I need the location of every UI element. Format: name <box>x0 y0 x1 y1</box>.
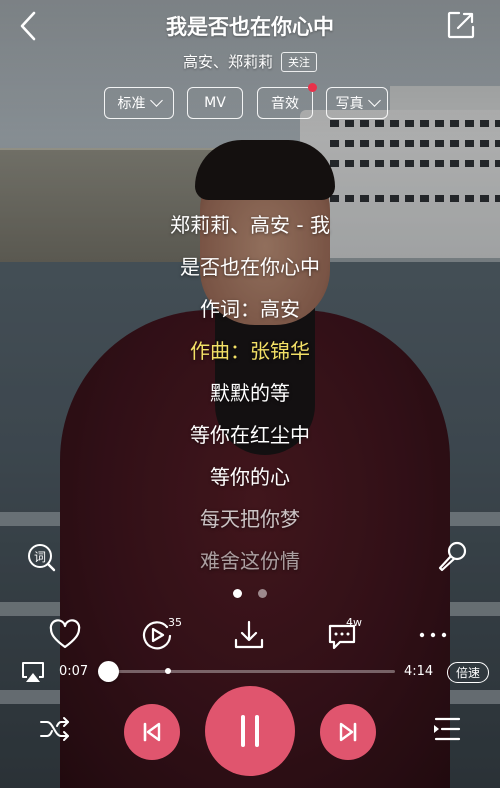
total-time: 4:14 <box>404 664 434 679</box>
karaoke-button[interactable] <box>436 540 468 572</box>
share-button[interactable] <box>446 10 476 40</box>
photo-button[interactable]: 写真 <box>326 87 388 119</box>
lyric-line: 每天把你梦 <box>200 507 300 531</box>
lyric-line: 等你的心 <box>210 465 290 489</box>
playlist-count: 35 <box>168 616 182 629</box>
mode-pills: 标准 MV 音效 写真 <box>0 83 500 119</box>
lyric-search-icon: 词 <box>28 544 56 572</box>
playlist-play-button[interactable]: 35 <box>140 616 182 652</box>
lyric-line: 默默的等 <box>210 381 290 405</box>
playback-speed-button[interactable]: 倍速 <box>447 662 489 683</box>
comment-count: 4w <box>346 616 362 629</box>
follow-button[interactable]: 关注 <box>281 51 317 72</box>
download-icon <box>234 620 264 649</box>
page-dot-active <box>233 589 242 598</box>
artist-row: 高安、郑莉莉 关注 <box>0 51 500 72</box>
page-indicator <box>0 589 500 598</box>
current-lyric-line: 作曲：张锦华 <box>190 339 310 363</box>
lyric-line: 等你在红尘中 <box>190 423 310 447</box>
heart-icon <box>49 619 81 649</box>
more-button[interactable] <box>416 618 450 652</box>
shuffle-button[interactable] <box>38 712 72 746</box>
quality-button[interactable]: 标准 <box>104 87 174 119</box>
skip-next-icon <box>339 722 357 742</box>
next-button[interactable] <box>320 704 376 760</box>
chevron-down-icon <box>149 94 163 107</box>
artist-name[interactable]: 高安、郑莉莉 <box>183 51 273 72</box>
lyric-line: 作词：高安 <box>200 297 300 321</box>
back-button[interactable] <box>14 8 44 44</box>
airplay-icon <box>22 662 44 682</box>
shuffle-icon <box>40 717 69 741</box>
pause-icon <box>241 715 259 747</box>
lyric-options-button[interactable]: 词 <box>26 542 56 572</box>
microphone-icon <box>438 541 467 572</box>
lyrics-panel[interactable]: 郑莉莉、高安 - 我 是否也在你心中 作词：高安 作曲：张锦华 默默的等 等你在… <box>0 204 500 582</box>
queue-list-icon <box>434 717 461 741</box>
chevron-down-icon <box>367 94 381 107</box>
comments-button[interactable]: 4w <box>326 616 362 652</box>
current-time: 0:07 <box>59 664 89 679</box>
lyric-button-label: 词 <box>34 550 46 564</box>
mv-label: MV <box>204 95 226 111</box>
sound-effect-button[interactable]: 音效 <box>257 83 317 119</box>
buffer-marker <box>164 668 171 674</box>
sound-effect-label: 音效 <box>271 96 299 112</box>
chevron-left-icon <box>20 11 36 41</box>
pause-button[interactable] <box>205 686 295 776</box>
queue-button[interactable] <box>430 712 464 746</box>
download-button[interactable] <box>232 618 266 652</box>
lyric-line: 是否也在你心中 <box>180 255 320 279</box>
more-icon <box>419 632 447 638</box>
progress-slider[interactable] <box>98 661 395 682</box>
previous-button[interactable] <box>124 704 180 760</box>
favorite-button[interactable] <box>48 618 82 652</box>
page-dot <box>258 589 267 598</box>
share-icon <box>447 11 475 39</box>
notification-dot <box>308 83 317 92</box>
song-title: 我是否也在你心中 <box>166 15 334 39</box>
lyric-line: 郑莉莉、高安 - 我 <box>170 213 330 237</box>
airplay-button[interactable] <box>20 660 46 684</box>
quality-label: 标准 <box>117 96 146 112</box>
mv-button[interactable]: MV <box>187 87 243 119</box>
skip-previous-icon <box>143 722 161 742</box>
photo-label: 写真 <box>335 96 364 112</box>
lyric-line: 难舍这份情 <box>200 549 300 573</box>
